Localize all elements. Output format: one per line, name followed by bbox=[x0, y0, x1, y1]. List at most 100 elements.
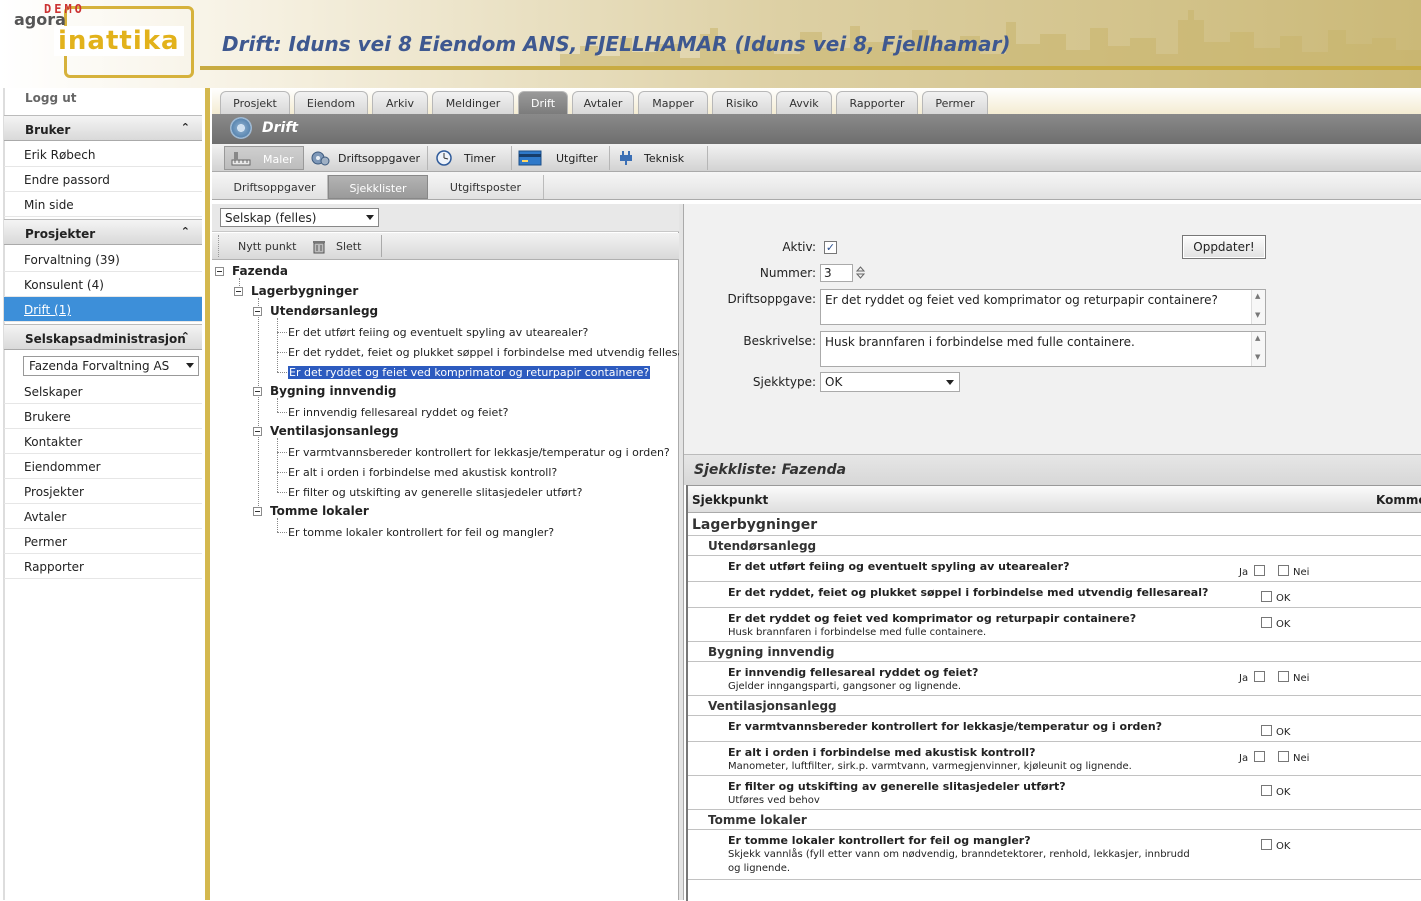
collapse-icon[interactable]: ⌃ bbox=[181, 121, 190, 134]
tree-leaf[interactable]: Er innvendig fellesareal ryddet og feiet… bbox=[288, 406, 508, 419]
toolbar-driftsoppgaver-button[interactable]: Driftsoppgaver bbox=[308, 146, 428, 170]
collapse-icon[interactable]: ⌃ bbox=[181, 330, 190, 343]
ja-checkbox[interactable] bbox=[1254, 671, 1265, 682]
tree-leaf[interactable]: Er filter og utskifting av generelle sli… bbox=[288, 486, 582, 499]
subtab-utgiftsposter[interactable]: Utgiftsposter bbox=[428, 175, 544, 199]
tab-eiendom[interactable]: Eiendom bbox=[294, 91, 368, 114]
tree-leaf-selected[interactable]: Er det ryddet og feiet ved komprimator o… bbox=[286, 365, 652, 380]
subtab-driftsoppgaver[interactable]: Driftsoppgaver bbox=[222, 175, 328, 199]
tab-prosjekt[interactable]: Prosjekt bbox=[220, 91, 290, 114]
sidebar-item-permer[interactable]: Permer bbox=[4, 529, 202, 554]
sidebar-item-my-page[interactable]: Min side bbox=[4, 192, 202, 217]
nei-checkbox[interactable] bbox=[1278, 565, 1289, 576]
checkpoint-question: Er innvendig fellesareal ryddet og feiet… bbox=[728, 666, 979, 679]
delete-button[interactable]: Slett bbox=[336, 240, 361, 253]
tab-permer[interactable]: Permer bbox=[922, 91, 988, 114]
logo: DEMO agora inattika bbox=[8, 2, 198, 82]
tree-toggle-icon[interactable] bbox=[253, 387, 262, 396]
sidebar-item-prosjekter[interactable]: Prosjekter bbox=[4, 479, 202, 504]
driftsoppgave-textarea[interactable]: Er det ryddet og feiet ved komprimator o… bbox=[820, 289, 1266, 325]
tree-toggle-icon[interactable] bbox=[234, 287, 243, 296]
tree-leaf[interactable]: Er tomme lokaler kontrollert for feil og… bbox=[288, 526, 554, 539]
tree-leaf[interactable]: Er varmtvannsbereder kontrollert for lek… bbox=[288, 446, 670, 459]
logout-link[interactable]: Logg ut bbox=[25, 91, 77, 105]
tab-risiko[interactable]: Risiko bbox=[712, 91, 772, 114]
tree-node-root[interactable]: Fazenda bbox=[232, 264, 288, 278]
company-filter-select[interactable]: Selskap (felles) bbox=[220, 208, 379, 227]
sidebar-item-eiendommer[interactable]: Eiendommer bbox=[4, 454, 202, 479]
checkpoint-row: Er det utført feiing og eventuelt spylin… bbox=[688, 556, 1421, 582]
nei-checkbox[interactable] bbox=[1278, 671, 1289, 682]
beskrivelse-textarea[interactable]: Husk brannfaren i forbindelse med fulle … bbox=[820, 331, 1266, 367]
tree-leaf[interactable]: Er det utført feiing og eventuelt spylin… bbox=[288, 326, 588, 339]
trash-icon[interactable] bbox=[312, 239, 326, 254]
tab-avvik[interactable]: Avvik bbox=[776, 91, 832, 114]
tab-arkiv[interactable]: Arkiv bbox=[372, 91, 428, 114]
new-point-button[interactable]: Nytt punkt bbox=[238, 240, 296, 253]
plug-icon bbox=[620, 151, 632, 165]
checkpoint-row: Er det ryddet, feiet og plukket søppel i… bbox=[688, 582, 1421, 608]
toolbar-utgifter-button[interactable]: Utgifter bbox=[514, 146, 610, 170]
nei-checkbox[interactable] bbox=[1278, 751, 1289, 762]
checkpoint-description: Utføres ved behov bbox=[728, 795, 820, 806]
page-title: Drift: Iduns vei 8 Eiendom ANS, FJELLHAM… bbox=[222, 32, 1011, 56]
tree-node-category[interactable]: Utendørsanlegg bbox=[270, 304, 378, 318]
spinner-icon[interactable] bbox=[856, 265, 865, 280]
timer-icon bbox=[436, 150, 452, 166]
toolbar-maler-button[interactable]: Maler bbox=[224, 146, 304, 170]
main-tabs: Prosjekt Eiendom Arkiv Meldinger Drift A… bbox=[212, 88, 1421, 114]
tree-node-category[interactable]: Bygning innvendig bbox=[270, 384, 397, 398]
nummer-input[interactable]: 3 bbox=[820, 264, 853, 282]
ok-checkbox[interactable] bbox=[1261, 839, 1272, 850]
tab-avtaler[interactable]: Avtaler bbox=[572, 91, 634, 114]
tab-rapporter[interactable]: Rapporter bbox=[836, 91, 918, 114]
sidebar-item-avtaler[interactable]: Avtaler bbox=[4, 504, 202, 529]
tab-drift[interactable]: Drift bbox=[518, 91, 568, 114]
checkpoint-row: Er alt i orden i forbindelse med akustis… bbox=[688, 742, 1421, 776]
update-button[interactable]: Oppdater! bbox=[1182, 235, 1266, 259]
tree-toggle-icon[interactable] bbox=[253, 307, 262, 316]
tree-node-category[interactable]: Tomme lokaler bbox=[270, 504, 369, 518]
collapse-icon[interactable]: ⌃ bbox=[181, 225, 190, 238]
sidebar-item-brukere[interactable]: Brukere bbox=[4, 404, 202, 429]
subtab-sjekklister[interactable]: Sjekklister bbox=[328, 175, 428, 199]
aktiv-label: Aktiv: bbox=[782, 240, 816, 254]
tree-node-group[interactable]: Lagerbygninger bbox=[251, 284, 358, 298]
sidebar-item-konsulent[interactable]: Konsulent (4) bbox=[4, 272, 202, 297]
sidebar-section-admin[interactable]: Selskapsadministrasjon ⌃ bbox=[4, 324, 202, 350]
sidebar-item-user[interactable]: Erik Røbech bbox=[4, 142, 202, 167]
ja-checkbox[interactable] bbox=[1254, 565, 1265, 576]
toolbar-timer-button[interactable]: Timer bbox=[430, 146, 512, 170]
ok-checkbox[interactable] bbox=[1261, 725, 1272, 736]
ok-checkbox[interactable] bbox=[1261, 785, 1272, 796]
tab-meldinger[interactable]: Meldinger bbox=[432, 91, 514, 114]
tree-node-category[interactable]: Ventilasjonsanlegg bbox=[270, 424, 399, 438]
sidebar-item-change-password[interactable]: Endre passord bbox=[4, 167, 202, 192]
checkpoint-row: Er det ryddet og feiet ved komprimator o… bbox=[688, 608, 1421, 642]
checkpoint-question: Er filter og utskifting av generelle sli… bbox=[728, 780, 1066, 793]
sidebar-item-rapporter[interactable]: Rapporter bbox=[4, 554, 202, 579]
tree-toggle-icon[interactable] bbox=[253, 507, 262, 516]
aktiv-checkbox[interactable]: ✓ bbox=[824, 241, 837, 254]
tree-leaf[interactable]: Er det ryddet, feiet og plukket søppel i… bbox=[288, 346, 711, 359]
sidebar-section-user[interactable]: Bruker ⌃ bbox=[4, 115, 202, 141]
ja-checkbox[interactable] bbox=[1254, 751, 1265, 762]
detail-pane: Aktiv: ✓ Oppdater! Nummer: 3 Driftsoppga… bbox=[684, 204, 1421, 901]
tree-toggle-icon[interactable] bbox=[253, 427, 262, 436]
ok-checkbox[interactable] bbox=[1261, 591, 1272, 602]
driftsoppgave-label: Driftsoppgave: bbox=[727, 292, 816, 306]
sidebar-item-forvaltning[interactable]: Forvaltning (39) bbox=[4, 247, 202, 272]
sjekktype-select[interactable]: OK bbox=[820, 372, 960, 392]
ruler-icon bbox=[231, 152, 251, 166]
company-select[interactable]: Fazenda Forvaltning AS bbox=[23, 356, 199, 376]
sidebar-item-drift[interactable]: Drift (1) bbox=[4, 297, 202, 322]
sub-tabs: Driftsoppgaver Sjekklister Utgiftsposter bbox=[212, 172, 1421, 200]
tree-toggle-icon[interactable] bbox=[215, 267, 224, 276]
ok-checkbox[interactable] bbox=[1261, 617, 1272, 628]
tab-mapper[interactable]: Mapper bbox=[638, 91, 708, 114]
tree-leaf[interactable]: Er alt i orden i forbindelse med akustis… bbox=[288, 466, 557, 479]
sidebar-section-projects[interactable]: Prosjekter ⌃ bbox=[4, 219, 202, 245]
sidebar-item-kontakter[interactable]: Kontakter bbox=[4, 429, 202, 454]
sidebar-item-selskaper[interactable]: Selskaper bbox=[4, 379, 202, 404]
toolbar-teknisk-button[interactable]: Teknisk bbox=[612, 146, 708, 170]
